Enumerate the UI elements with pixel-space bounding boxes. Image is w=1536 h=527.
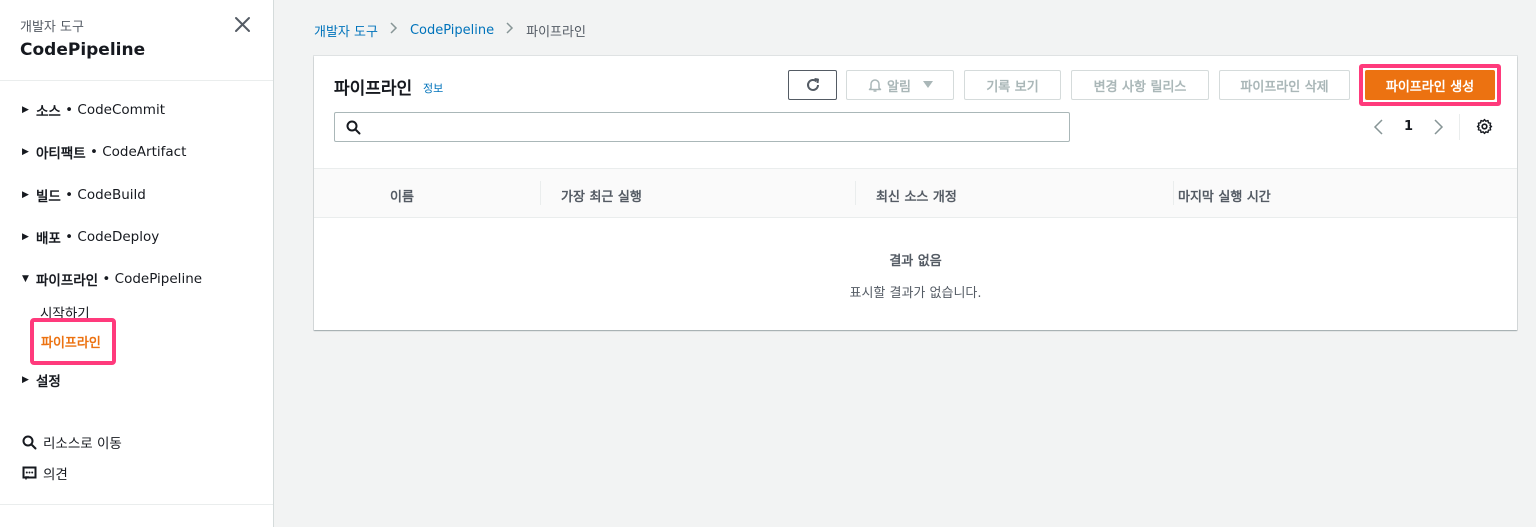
release-change-button[interactable]: 변경 사항 릴리스: [1071, 70, 1209, 100]
sidebar-item-build[interactable]: ▶ 빌드 • CodeBuild: [22, 184, 146, 206]
sidebar-item-separator: •: [85, 144, 103, 160]
column-divider[interactable]: [540, 181, 541, 205]
column-header-latest-source-revision[interactable]: 최신 소스 개정: [876, 186, 957, 205]
caret-right-icon: ▶: [22, 105, 29, 115]
sidebar-item-separator: •: [60, 229, 78, 245]
sidebar-item-separator: •: [98, 271, 115, 287]
gear-icon[interactable]: [1476, 118, 1493, 135]
breadcrumb-codepipeline[interactable]: CodePipeline: [410, 23, 494, 38]
sidebar-item-deploy[interactable]: ▶ 배포 • CodeDeploy: [22, 226, 159, 248]
chevron-right-icon: [505, 22, 515, 38]
highlight-box: 파이프라인 생성: [1359, 64, 1501, 106]
side-navigation: 개발자 도구 CodePipeline ▶ 소스 • CodeCommit ▶ …: [0, 0, 274, 527]
sidebar-item-label: 소스: [36, 104, 61, 120]
column-header-last-executed[interactable]: 마지막 실행 시간: [1178, 186, 1271, 205]
sidebar-item-pipelines-active[interactable]: 파이프라인: [41, 332, 101, 351]
search-icon: [346, 120, 361, 135]
feedback-icon: [22, 466, 37, 479]
sidebar-item-service: CodeBuild: [77, 187, 146, 203]
empty-state-title: 결과 없음: [889, 254, 942, 269]
caret-right-icon: ▶: [22, 190, 29, 200]
sidebar-title[interactable]: CodePipeline: [20, 40, 145, 60]
pagination-divider: [1459, 114, 1460, 140]
refresh-button[interactable]: [788, 70, 837, 100]
go-to-resource-label: 리소스로 이동: [43, 436, 122, 452]
caret-right-icon: ▶: [22, 147, 29, 157]
search-box: [334, 112, 1070, 142]
search-input[interactable]: [367, 116, 1057, 138]
sidebar-item-label: 파이프라인: [36, 273, 99, 289]
sidebar-item-service: CodeDeploy: [77, 229, 160, 245]
sidebar-item-separator: •: [60, 102, 78, 118]
create-pipeline-button[interactable]: 파이프라인 생성: [1365, 70, 1495, 100]
info-link[interactable]: 정보: [423, 80, 443, 96]
refresh-icon: [806, 78, 819, 91]
sidebar-item-source[interactable]: ▶ 소스 • CodeCommit: [22, 99, 165, 121]
feedback-label: 의견: [43, 467, 68, 483]
sidebar-item-label: 설정: [36, 374, 61, 390]
chevron-right-icon: [389, 22, 399, 38]
sidebar-item-pipeline[interactable]: ▼ 파이프라인 • CodePipeline: [22, 268, 202, 290]
sidebar-item-label: 배포: [36, 231, 61, 247]
sidebar-item-settings[interactable]: ▶ 설정: [22, 369, 61, 391]
pagination-current-page[interactable]: 1: [1404, 119, 1413, 134]
sidebar-item-separator: •: [60, 187, 78, 203]
close-icon[interactable]: [232, 14, 254, 36]
page-title: 파이프라인: [334, 79, 413, 99]
sidebar-item-service: CodeCommit: [77, 102, 165, 118]
breadcrumb-developer-tools[interactable]: 개발자 도구: [314, 21, 378, 40]
sidebar-item-label: 빌드: [36, 189, 61, 205]
sidebar-item-service: CodeArtifact: [102, 144, 187, 160]
chevron-left-icon[interactable]: [1373, 119, 1385, 135]
delete-pipeline-button[interactable]: 파이프라인 삭제: [1219, 70, 1350, 100]
notifications-label: 알림: [887, 79, 911, 95]
sidebar-item-label: 아티팩트: [36, 146, 86, 162]
breadcrumb: 개발자 도구 CodePipeline 파이프라인: [314, 20, 586, 40]
notifications-dropdown-button[interactable]: 알림: [846, 70, 954, 100]
column-divider[interactable]: [1173, 181, 1174, 205]
sidebar-service-label[interactable]: 개발자 도구: [20, 16, 84, 35]
sidebar-header: 개발자 도구 CodePipeline: [0, 0, 273, 81]
breadcrumb-current: 파이프라인: [526, 24, 586, 40]
caret-right-icon: ▶: [22, 232, 29, 242]
column-divider[interactable]: [855, 181, 856, 205]
column-header-name[interactable]: 이름: [390, 186, 414, 205]
feedback-link[interactable]: 의견: [22, 463, 68, 483]
chevron-right-icon[interactable]: [1432, 119, 1444, 135]
highlight-box: 파이프라인: [30, 318, 116, 365]
search-icon: [22, 435, 37, 449]
pipelines-table-panel: 파이프라인 정보 알림 기록 보기 변경 사항 릴리스 파이프라인 삭제 파이프…: [314, 56, 1517, 330]
view-history-button[interactable]: 기록 보기: [964, 70, 1061, 100]
empty-state-description: 표시할 결과가 없습니다.: [849, 286, 982, 301]
column-header-latest-execution[interactable]: 가장 최근 실행: [561, 186, 642, 205]
caret-right-icon: ▶: [22, 375, 29, 385]
table-header: 이름 가장 최근 실행 최신 소스 개정 마지막 실행 시간: [314, 168, 1517, 218]
sidebar-divider: [0, 504, 273, 505]
caret-down-icon: [922, 81, 933, 88]
bell-icon: [868, 79, 882, 92]
caret-down-icon: ▼: [22, 274, 29, 284]
go-to-resource-link[interactable]: 리소스로 이동: [22, 432, 122, 452]
sidebar-item-service: CodePipeline: [114, 271, 203, 287]
sidebar-item-artifact[interactable]: ▶ 아티팩트 • CodeArtifact: [22, 141, 186, 163]
